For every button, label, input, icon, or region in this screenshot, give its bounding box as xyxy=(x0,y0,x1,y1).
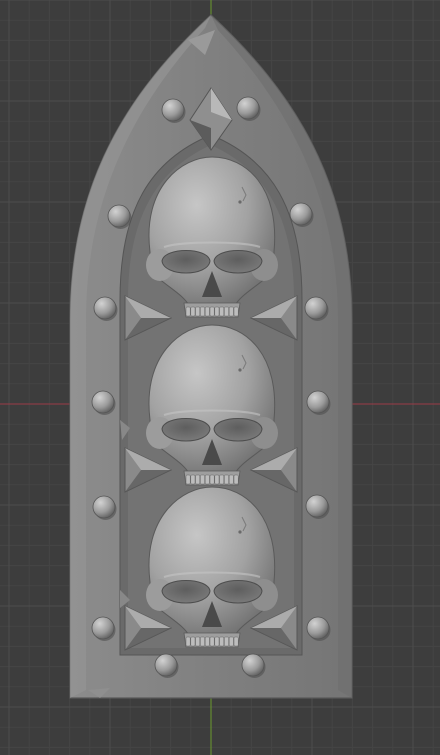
viewport-canvas[interactable] xyxy=(0,0,440,755)
3d-viewport[interactable] xyxy=(0,0,440,755)
skull-column xyxy=(146,156,278,648)
